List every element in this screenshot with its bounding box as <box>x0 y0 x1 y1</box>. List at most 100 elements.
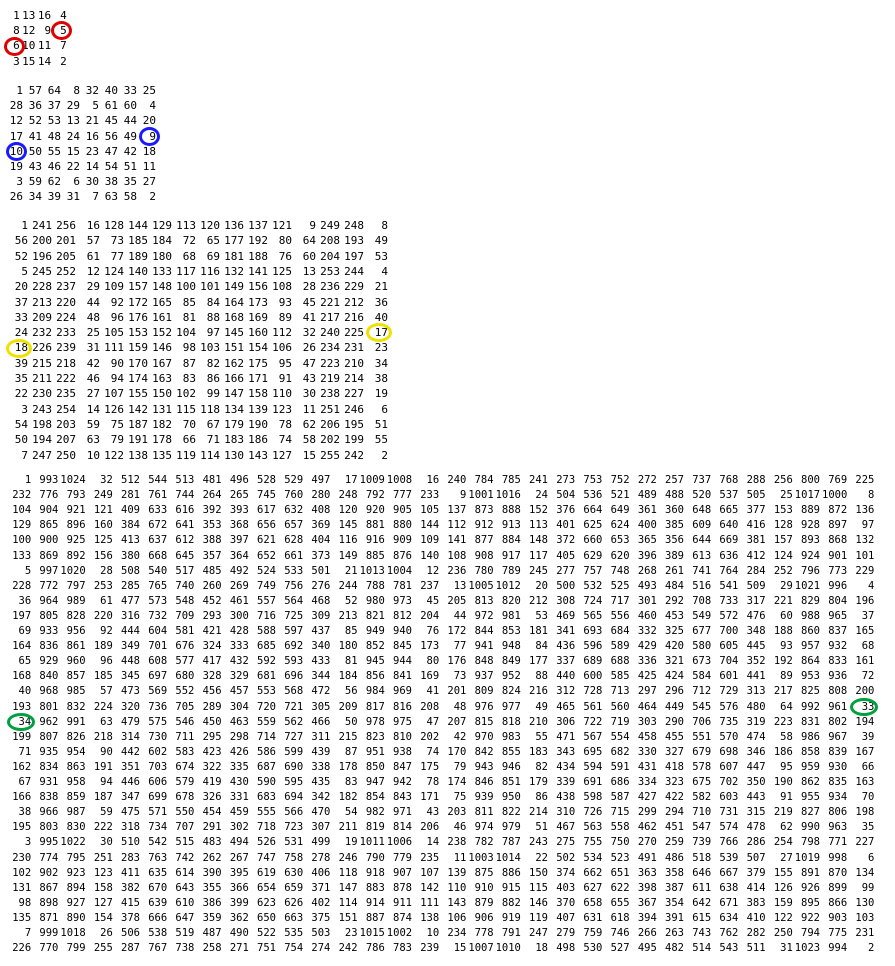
grid-cell: 624 <box>610 519 630 532</box>
grid-cell: 64 <box>302 234 316 248</box>
grid-cell: 604 <box>148 625 168 637</box>
grid-cell: 993 <box>39 474 59 486</box>
grid-cell: 953 <box>801 670 820 683</box>
grid-cell: 904 <box>39 504 59 517</box>
grid-cell: 549 <box>692 609 712 622</box>
grid-cell: 613 <box>692 549 712 562</box>
grid-cell: 54 <box>104 160 118 173</box>
grid-cell: 684 <box>610 625 630 637</box>
grid-cell: 23 <box>374 341 388 355</box>
grid-cell: 963 <box>828 821 848 834</box>
grid-cell: 678 <box>175 791 195 804</box>
grid-cell: 188 <box>248 249 268 263</box>
grid-cell: 285 <box>121 579 140 592</box>
grid-cell: 382 <box>121 881 140 894</box>
grid-cell: 379 <box>746 866 766 879</box>
grid-cell: 528 <box>257 474 276 486</box>
grid-cell: 290 <box>665 715 684 728</box>
grid-cell: 29 <box>66 99 80 113</box>
grid-cell: 903 <box>828 911 848 924</box>
grid-cell: 184 <box>152 234 172 248</box>
grid-cell: 183 <box>529 745 548 758</box>
grid-cell: 144 <box>128 219 148 232</box>
grid-cell: 595 <box>284 776 304 788</box>
grid-cell: 637 <box>148 534 168 547</box>
magic-square-16x16: 1 241 256 16 128 144 129 113 120 136 137 121 9 249 248… <box>6 218 396 462</box>
grid-cell: 742 <box>175 851 195 864</box>
grid-cell: 836 <box>39 640 59 653</box>
grid-cell: 687 <box>257 760 276 773</box>
grid-cell: 120 <box>200 219 220 232</box>
grid-cell: 117 <box>176 264 196 278</box>
grid-cell: 881 <box>365 519 385 532</box>
grid-cell: 485 <box>202 564 222 577</box>
grid-cell: 737 <box>692 474 712 486</box>
grid-cell: 659 <box>284 881 304 894</box>
grid-cell: 910 <box>474 881 494 894</box>
grid-cell: 946 <box>501 760 521 773</box>
grid-cell: 439 <box>311 745 331 758</box>
grid-cell: 706 <box>692 715 712 728</box>
grid-cell: 30 <box>100 836 113 849</box>
grid-cell: 171 <box>420 791 440 804</box>
grid-cell: 20 <box>142 114 156 128</box>
grid-cell: 139 <box>248 402 268 416</box>
grid-cell: 389 <box>665 549 684 562</box>
grid-cell: 150 <box>529 866 548 879</box>
grid-cell: 12 <box>426 564 440 577</box>
grid-cell: 6 <box>868 851 875 864</box>
grid-cell: 776 <box>39 489 59 502</box>
grid-cell: 92 <box>110 295 124 309</box>
grid-cell: 668 <box>148 549 168 562</box>
grid-cell: 747 <box>257 851 276 864</box>
grid-cell: 84 <box>535 640 548 653</box>
grid-cell: 566 <box>284 806 304 819</box>
grid-cell: 557 <box>257 594 276 607</box>
grid-cell: 880 <box>393 519 412 532</box>
grid-cell: 575 <box>148 715 168 728</box>
grid-cell: 208 <box>320 234 340 248</box>
grid-cell: 207 <box>447 715 467 728</box>
grid-cell: 103 <box>855 911 875 924</box>
grid-cell: 134 <box>224 402 244 416</box>
grid-cell: 1014 <box>495 851 521 864</box>
grid-cell: 283 <box>121 851 140 864</box>
grid-cell: 996 <box>828 579 848 592</box>
grid-cell: 302 <box>229 821 249 834</box>
grid-cell: 785 <box>501 474 521 486</box>
grid-cell: 176 <box>128 310 148 324</box>
grid-cell: 28 <box>9 99 23 113</box>
grid-cell: 408 <box>311 504 331 517</box>
grid-cell: 771 <box>828 836 848 849</box>
grid-cell: 1012 <box>495 579 521 592</box>
grid-cell: 240 <box>447 474 467 486</box>
grid-cell: 596 <box>583 640 603 653</box>
grid-cell: 410 <box>746 911 766 924</box>
grid-cell: 239 <box>56 341 76 355</box>
grid-cell: 33 <box>861 700 875 713</box>
grid-cell: 229 <box>855 564 875 577</box>
grid-cell: 366 <box>229 881 249 894</box>
grid-cell: 871 <box>39 911 59 924</box>
grid-cell: 320 <box>121 700 140 713</box>
grid-cell: 532 <box>583 579 603 592</box>
grid-cell: 7 <box>92 190 99 204</box>
grid-cell: 831 <box>801 715 820 728</box>
grid-cell: 115 <box>529 881 548 894</box>
grid-cell: 301 <box>637 594 657 607</box>
grid-cell: 85 <box>344 625 358 637</box>
grid-cell: 533 <box>284 564 304 577</box>
grid-cell: 251 <box>93 851 113 864</box>
grid-cell: 809 <box>474 685 494 698</box>
grid-cell: 442 <box>121 745 140 758</box>
grid-cell: 243 <box>529 836 548 849</box>
grid-cell: 584 <box>692 670 712 683</box>
grid-cell: 842 <box>474 745 494 758</box>
grid-cell: 648 <box>692 504 712 517</box>
grid-cell: 63 <box>86 433 100 447</box>
grid-cell: 1020 <box>60 564 86 577</box>
grid-cell: 804 <box>828 594 848 607</box>
grid-cell: 44 <box>86 295 100 309</box>
grid-cell: 688 <box>610 655 630 668</box>
grid-cell: 89 <box>278 310 292 324</box>
